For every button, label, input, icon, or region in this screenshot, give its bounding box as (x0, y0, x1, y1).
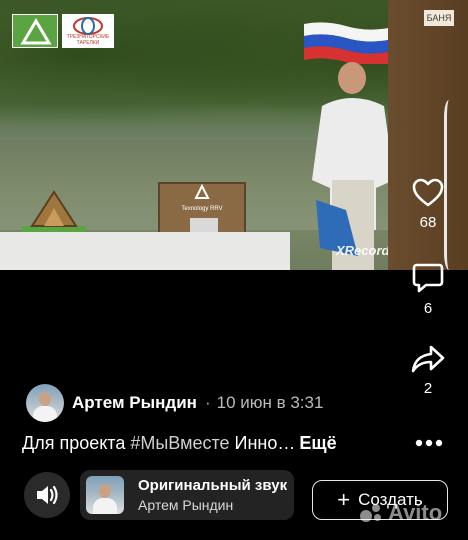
share-count: 2 (423, 380, 433, 397)
more-horizontal-icon (415, 439, 443, 447)
speaker-icon (37, 485, 58, 505)
avito-watermark: Avito (360, 500, 442, 526)
author-row[interactable]: Артем Рындин · 10 июн в 3:31 (26, 384, 323, 422)
box-label: Texnology RRV (181, 206, 223, 212)
like-button[interactable]: 68 (402, 178, 454, 231)
separator-dot: · (204, 393, 211, 412)
description-suffix: Инно… (229, 433, 296, 453)
sound-title: Оригинальный звук (138, 477, 288, 494)
heart-icon (412, 178, 444, 207)
original-sound-card[interactable]: Оригинальный звук Артем Рындин (80, 470, 294, 520)
post-date: 10 июн в 3:31 (216, 393, 324, 412)
hashtag-link[interactable]: #МыВместе (130, 433, 229, 453)
show-more-link[interactable]: Ещё (299, 433, 336, 453)
video-player[interactable]: ТРЕЗНАТОРСКИЕ ТАРЕЛКИ Texnology RRV XRec… (0, 0, 406, 270)
sound-toggle-button[interactable] (24, 472, 70, 518)
russian-flag (304, 22, 388, 64)
share-button[interactable]: 2 (402, 344, 454, 397)
comment-count: 6 (423, 300, 433, 317)
org-logo: ТРЕЗНАТОРСКИЕ ТАРЕЛКИ (62, 14, 114, 48)
avatar[interactable] (26, 384, 64, 422)
table (0, 232, 290, 270)
comment-icon (412, 263, 444, 293)
sound-thumbnail (86, 476, 124, 514)
building-sign: БАНЯ (424, 10, 454, 26)
avito-text: Avito (388, 500, 443, 525)
like-count: 68 (419, 214, 437, 231)
green-logo (12, 14, 58, 48)
plus-icon: + (337, 487, 351, 512)
sound-author: Артем Рындин (138, 497, 234, 513)
video-description[interactable]: Для проекта #МыВместе Инно… Ещё (22, 432, 337, 454)
more-options-button[interactable] (414, 432, 444, 454)
comment-button[interactable]: 6 (402, 262, 454, 317)
org-logo-text: ТРЕЗНАТОРСКИЕ ТАРЕЛКИ (66, 34, 110, 46)
cabin-model (22, 190, 86, 236)
share-icon (411, 345, 445, 373)
description-prefix: Для проекта (22, 433, 131, 453)
avito-logo-icon (360, 502, 384, 522)
author-name[interactable]: Артем Рындин (72, 393, 197, 413)
